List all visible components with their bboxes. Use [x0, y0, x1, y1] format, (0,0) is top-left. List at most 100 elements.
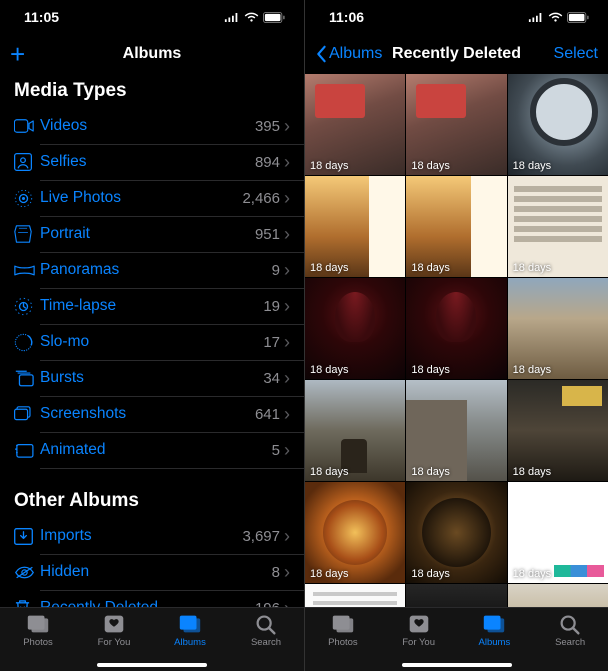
row-imports[interactable]: Imports 3,697 › — [14, 518, 290, 554]
photo-thumbnail[interactable] — [406, 584, 506, 607]
add-button[interactable]: + — [10, 41, 25, 67]
photo-thumbnail[interactable]: 18 days — [508, 74, 608, 175]
row-bursts[interactable]: Bursts 34 › — [14, 360, 290, 396]
chevron-right-icon: › — [284, 117, 290, 135]
photo-thumbnail[interactable]: 18 days — [406, 74, 506, 175]
tab-label: Photos — [328, 637, 358, 648]
row-label: Screenshots — [40, 405, 255, 423]
days-remaining: 18 days — [310, 262, 349, 274]
photo-thumbnail[interactable]: 18 days — [508, 278, 608, 379]
tab-label: Albums — [174, 637, 206, 648]
back-label: Albums — [329, 45, 382, 63]
photo-thumbnail[interactable]: 18 days — [406, 380, 506, 481]
days-remaining: 18 days — [411, 160, 450, 172]
days-remaining: 18 days — [513, 160, 552, 172]
chevron-right-icon: › — [284, 563, 290, 581]
days-remaining: 18 days — [310, 568, 349, 580]
photo-thumbnail[interactable]: 18 days — [508, 380, 608, 481]
photo-thumbnail[interactable]: 18 days — [305, 176, 405, 277]
days-remaining: 18 days — [411, 262, 450, 274]
photo-thumbnail[interactable]: 18 days — [305, 482, 405, 583]
chevron-right-icon: › — [284, 405, 290, 423]
photo-thumbnail[interactable] — [508, 584, 608, 607]
days-remaining: 18 days — [513, 466, 552, 478]
selfies-icon — [14, 153, 40, 171]
tab-photos[interactable]: Photos — [0, 612, 76, 671]
row-label: Recently Deleted — [40, 599, 255, 607]
photo-thumbnail[interactable]: 18 days — [406, 278, 506, 379]
tab-label: For You — [402, 637, 435, 648]
recently-deleted-screen: 11:06 Albums Recently Deleted Select 18 … — [304, 0, 608, 671]
home-indicator[interactable] — [97, 663, 207, 667]
row-selfies[interactable]: Selfies 894 › — [14, 144, 290, 180]
tab-label: For You — [98, 637, 131, 648]
row-count: 2,466 — [242, 190, 280, 207]
row-count: 641 — [255, 406, 280, 423]
chevron-left-icon — [315, 45, 327, 63]
days-remaining: 18 days — [513, 568, 552, 580]
photo-thumbnail[interactable]: 18 days — [508, 482, 608, 583]
photo-thumbnail[interactable]: 18 days — [305, 74, 405, 175]
animated-icon — [14, 442, 40, 458]
status-indicators — [528, 12, 590, 23]
tab-label: Search — [251, 637, 281, 648]
days-remaining: 18 days — [513, 364, 552, 376]
photo-grid[interactable]: 18 days 18 days 18 days 18 days 18 days … — [305, 74, 608, 607]
days-remaining: 18 days — [310, 466, 349, 478]
row-count: 5 — [272, 442, 280, 459]
row-live-photos[interactable]: Live Photos 2,466 › — [14, 180, 290, 216]
chevron-right-icon: › — [284, 297, 290, 315]
imports-icon — [14, 528, 40, 545]
row-count: 34 — [263, 370, 280, 387]
photo-thumbnail[interactable]: 18 days — [406, 482, 506, 583]
tab-photos[interactable]: Photos — [305, 612, 381, 671]
row-count: 8 — [272, 564, 280, 581]
back-button[interactable]: Albums — [315, 45, 382, 63]
slo-mo-icon — [14, 333, 40, 352]
tab-search[interactable]: Search — [532, 612, 608, 671]
photo-thumbnail[interactable]: 18 days — [305, 278, 405, 379]
status-time: 11:06 — [329, 9, 364, 25]
albums-list[interactable]: Media Types Videos 395 › Selfies 894 › L… — [0, 74, 304, 607]
row-count: 395 — [255, 118, 280, 135]
photo-thumbnail[interactable]: 18 days — [508, 176, 608, 277]
row-panoramas[interactable]: Panoramas 9 › — [14, 252, 290, 288]
time-lapse-icon — [14, 297, 40, 316]
status-bar: 11:05 — [0, 0, 304, 34]
row-recently-deleted[interactable]: Recently Deleted 196 › — [14, 590, 290, 607]
row-count: 3,697 — [242, 528, 280, 545]
photo-thumbnail[interactable]: 18 days — [305, 380, 405, 481]
days-remaining: 18 days — [513, 262, 552, 274]
row-count: 19 — [263, 298, 280, 315]
row-label: Selfies — [40, 153, 255, 171]
row-screenshots[interactable]: Screenshots 641 › — [14, 396, 290, 432]
tab-bar: Photos For You Albums Search — [305, 607, 608, 671]
home-indicator[interactable] — [402, 663, 512, 667]
row-label: Videos — [40, 117, 255, 135]
row-label: Live Photos — [40, 189, 242, 207]
tab-search[interactable]: Search — [228, 612, 304, 671]
chevron-right-icon: › — [284, 153, 290, 171]
albums-screen: 11:05 + Albums Media Types Videos 395 › … — [0, 0, 304, 671]
row-videos[interactable]: Videos 395 › — [14, 108, 290, 144]
section-header-media-types: Media Types — [14, 74, 290, 108]
row-hidden[interactable]: Hidden 8 › — [14, 554, 290, 590]
select-button[interactable]: Select — [554, 45, 598, 63]
portrait-icon — [14, 225, 40, 243]
chevron-right-icon: › — [284, 527, 290, 545]
row-label: Portrait — [40, 225, 255, 243]
video-icon — [14, 119, 40, 133]
days-remaining: 18 days — [411, 466, 450, 478]
row-count: 9 — [272, 262, 280, 279]
days-remaining: 18 days — [411, 364, 450, 376]
row-label: Time-lapse — [40, 297, 263, 315]
row-time-lapse[interactable]: Time-lapse 19 › — [14, 288, 290, 324]
row-slo-mo[interactable]: Slo-mo 17 › — [14, 324, 290, 360]
status-indicators — [224, 12, 286, 23]
row-portrait[interactable]: Portrait 951 › — [14, 216, 290, 252]
tab-bar: Photos For You Albums Search — [0, 607, 304, 671]
row-animated[interactable]: Animated 5 › — [14, 432, 290, 468]
days-remaining: 18 days — [411, 568, 450, 580]
photo-thumbnail[interactable]: 18 days — [406, 176, 506, 277]
photo-thumbnail[interactable] — [305, 584, 405, 607]
